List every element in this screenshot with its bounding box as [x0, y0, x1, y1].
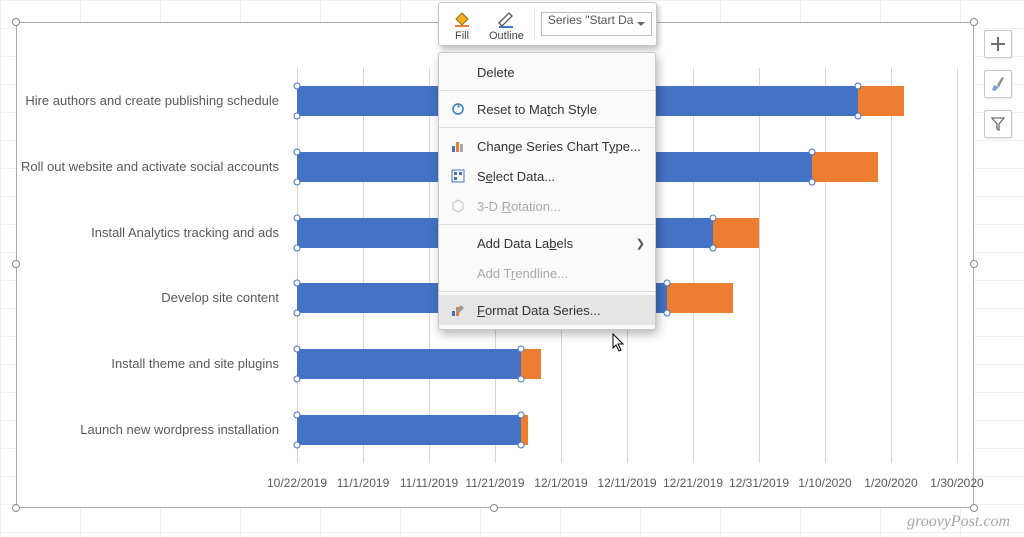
- fill-button[interactable]: Fill: [443, 6, 481, 42]
- series-selection-handle[interactable]: [294, 112, 301, 119]
- resize-handle[interactable]: [490, 504, 498, 512]
- menu-separator: [439, 127, 655, 128]
- series-selection-handle[interactable]: [294, 244, 301, 251]
- bar-duration[interactable]: [713, 218, 759, 248]
- series-selection-handle[interactable]: [808, 178, 815, 185]
- series-selection-handle[interactable]: [294, 346, 301, 353]
- select-data-icon: [447, 165, 469, 187]
- x-tick-label: 12/31/2019: [729, 476, 789, 490]
- toolbar-separator: [534, 8, 535, 40]
- x-tick-label: 1/10/2020: [798, 476, 851, 490]
- series-selector-dropdown[interactable]: Series "Start Da: [541, 12, 653, 36]
- series-selection-handle[interactable]: [294, 148, 301, 155]
- x-tick-label: 1/20/2020: [864, 476, 917, 490]
- series-selection-handle[interactable]: [294, 214, 301, 221]
- bar-duration[interactable]: [521, 415, 528, 445]
- category-label: Install theme and site plugins: [17, 356, 287, 372]
- bar-duration[interactable]: [812, 152, 878, 182]
- outline-label: Outline: [489, 30, 524, 42]
- series-selection-handle[interactable]: [294, 310, 301, 317]
- category-label: Develop site content: [17, 290, 287, 306]
- bar-duration[interactable]: [667, 283, 733, 313]
- series-selection-handle[interactable]: [294, 280, 301, 287]
- blank-icon: [447, 232, 469, 254]
- chevron-right-icon: ❯: [636, 237, 645, 250]
- series-selector-text: Series "Start Da: [548, 13, 634, 27]
- menu-change-chart-type[interactable]: Change Series Chart Type...: [439, 131, 655, 161]
- series-selection-handle[interactable]: [709, 244, 716, 251]
- funnel-icon: [991, 117, 1005, 131]
- fill-label: Fill: [455, 30, 469, 42]
- x-tick-label: 12/1/2019: [534, 476, 587, 490]
- mini-toolbar: Fill Outline Series "Start Da: [438, 2, 657, 46]
- menu-reset-style[interactable]: Reset to Match Style: [439, 94, 655, 124]
- series-selection-handle[interactable]: [855, 112, 862, 119]
- resize-handle[interactable]: [970, 504, 978, 512]
- bar-row[interactable]: [297, 349, 957, 379]
- resize-handle[interactable]: [970, 18, 978, 26]
- paintbrush-icon: [990, 76, 1006, 92]
- series-selection-handle[interactable]: [855, 82, 862, 89]
- menu-separator: [439, 90, 655, 91]
- bar-duration[interactable]: [521, 349, 541, 379]
- reset-icon: [447, 98, 469, 120]
- bar-start-date[interactable]: [297, 415, 521, 445]
- pen-outline-icon: [495, 8, 517, 30]
- resize-handle[interactable]: [970, 260, 978, 268]
- series-selection-handle[interactable]: [294, 442, 301, 449]
- blank-icon: [447, 262, 469, 284]
- menu-add-trendline: Add Trendline...: [439, 258, 655, 288]
- x-tick-label: 12/21/2019: [663, 476, 723, 490]
- chart-styles-button[interactable]: [984, 70, 1012, 98]
- series-selection-handle[interactable]: [663, 280, 670, 287]
- chart-filters-button[interactable]: [984, 110, 1012, 138]
- series-selection-handle[interactable]: [294, 82, 301, 89]
- series-selection-handle[interactable]: [518, 346, 525, 353]
- menu-format-data-series[interactable]: Format Data Series...: [439, 295, 655, 325]
- category-label: Launch new wordpress installation: [17, 422, 287, 438]
- x-tick-label: 1/30/2020: [930, 476, 983, 490]
- series-selection-handle[interactable]: [709, 214, 716, 221]
- menu-delete[interactable]: Delete: [439, 57, 655, 87]
- series-selection-handle[interactable]: [518, 376, 525, 383]
- series-selection-handle[interactable]: [663, 310, 670, 317]
- x-tick-label: 11/11/2019: [400, 476, 458, 490]
- x-tick-label: 10/22/2019: [267, 476, 327, 490]
- x-tick-label: 12/11/2019: [597, 476, 656, 490]
- plus-icon: [991, 37, 1005, 51]
- resize-handle[interactable]: [12, 18, 20, 26]
- cube-icon: [447, 195, 469, 217]
- series-selection-handle[interactable]: [294, 412, 301, 419]
- resize-handle[interactable]: [12, 260, 20, 268]
- category-label: Roll out website and activate social acc…: [17, 159, 287, 175]
- category-label: Hire authors and create publishing sched…: [17, 93, 287, 109]
- series-selection-handle[interactable]: [294, 376, 301, 383]
- chart-elements-button[interactable]: [984, 30, 1012, 58]
- menu-3d-rotation: 3-D Rotation...: [439, 191, 655, 221]
- resize-handle[interactable]: [12, 504, 20, 512]
- chart-type-icon: [447, 135, 469, 157]
- menu-separator: [439, 224, 655, 225]
- format-series-icon: [447, 299, 469, 321]
- paint-bucket-icon: [451, 8, 473, 30]
- category-label: Install Analytics tracking and ads: [17, 224, 287, 240]
- series-selection-handle[interactable]: [518, 412, 525, 419]
- x-tick-label: 11/21/2019: [465, 476, 524, 490]
- series-selection-handle[interactable]: [518, 442, 525, 449]
- bar-row[interactable]: [297, 415, 957, 445]
- context-menu: Delete Reset to Match Style Change Serie…: [438, 52, 656, 330]
- blank-icon: [447, 61, 469, 83]
- x-tick-label: 11/1/2019: [337, 476, 390, 490]
- bar-start-date[interactable]: [297, 349, 521, 379]
- menu-add-data-labels[interactable]: Add Data Labels ❯: [439, 228, 655, 258]
- series-selection-handle[interactable]: [294, 178, 301, 185]
- menu-select-data[interactable]: Select Data...: [439, 161, 655, 191]
- menu-separator: [439, 291, 655, 292]
- outline-button[interactable]: Outline: [481, 6, 532, 42]
- series-selection-handle[interactable]: [808, 148, 815, 155]
- x-axis: 10/22/201911/1/201911/11/201911/21/20191…: [297, 476, 957, 494]
- bar-duration[interactable]: [858, 86, 904, 116]
